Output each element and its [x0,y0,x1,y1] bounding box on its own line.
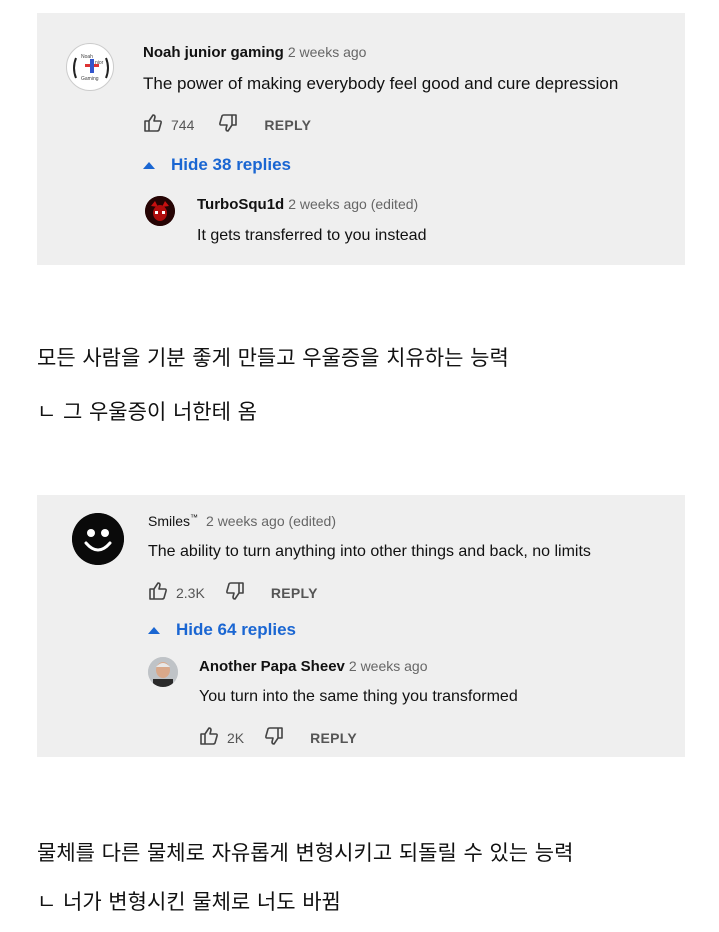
caption-line: 모든 사람을 기분 좋게 만들고 우울증을 치유하는 능력 [37,346,509,370]
reply-timestamp[interactable]: 2 weeks ago [349,658,428,674]
comment-actions: 2.3K REPLY [148,581,318,606]
comment-author[interactable]: Noah junior gaming [143,44,284,61]
reply-author[interactable]: TurboSqu1d [197,196,284,213]
like-count: 2.3K [176,585,205,601]
hide-replies-button[interactable]: Hide 64 replies [148,620,296,640]
smiley-face-image [72,513,124,565]
avatar-image [148,657,178,687]
caret-up-icon [143,161,155,169]
reply-button[interactable]: REPLY [264,117,311,133]
hide-replies-label: Hide 64 replies [176,620,297,639]
reply-header: Another Papa Sheev 2 weeks ago [199,658,428,676]
comment-actions: 744 REPLY [143,113,311,138]
comment-header: Smiles™ 2 weeks ago (edited) [148,513,336,531]
reply-actions: 2K REPLY [199,726,357,751]
avatar-smiles[interactable] [72,513,124,565]
comment-thread-1: Noah nior Gaming Noah junior gaming 2 wee… [37,13,685,265]
trademark-mark: ™ [190,513,199,522]
avatar-logo-image: Noah nior Gaming [73,54,109,82]
reply-button[interactable]: REPLY [310,730,357,746]
reply-text: It gets transferred to you instead [197,227,427,244]
reply-button[interactable]: REPLY [271,585,318,601]
thumbs-up-icon[interactable] [199,726,219,751]
caption-line: 물체를 다른 물체로 자유롭게 변형시키고 되돌릴 수 있는 능력 [37,841,574,865]
avatar-turbosqu1d[interactable] [145,196,175,226]
comment-header: Noah junior gaming 2 weeks ago [143,44,366,62]
comment-author[interactable]: Smiles [148,513,190,529]
caret-up-icon [148,626,160,634]
thumbs-up-icon[interactable] [143,113,163,138]
like-count: 2K [227,730,245,746]
svg-text:Noah: Noah [81,54,93,60]
svg-text:nior: nior [95,60,104,66]
avatar-noah-junior-gaming[interactable]: Noah nior Gaming [66,43,114,91]
comment-text: The power of making everybody feel good … [143,74,619,93]
reply-timestamp[interactable]: 2 weeks ago (edited) [288,196,418,212]
comment-timestamp[interactable]: 2 weeks ago [288,44,367,60]
hide-replies-button[interactable]: Hide 38 replies [143,155,291,175]
avatar-another-papa-sheev[interactable] [148,657,178,687]
caption-reply-line: ㄴ 너가 변형시킨 물체로 너도 바뀜 [37,890,341,914]
svg-text:Gaming: Gaming [81,76,99,82]
hide-replies-label: Hide 38 replies [171,155,292,174]
thumbs-down-icon[interactable] [225,581,245,606]
comment-thread-2: Smiles™ 2 weeks ago (edited) The ability … [37,495,685,757]
avatar-image [145,196,175,226]
thumbs-down-icon[interactable] [264,726,284,751]
reply-header: TurboSqu1d 2 weeks ago (edited) [197,196,418,214]
thumbs-up-icon[interactable] [148,581,168,606]
comment-timestamp[interactable]: 2 weeks ago (edited) [206,513,336,529]
like-count: 744 [171,117,195,133]
reply-author[interactable]: Another Papa Sheev [199,658,345,675]
comment-text: The ability to turn anything into other … [148,543,591,560]
caption-reply-line: ㄴ 그 우울증이 너한테 옴 [37,400,257,424]
thumbs-down-icon[interactable] [218,113,238,138]
reply-text: You turn into the same thing you transfo… [199,688,518,705]
